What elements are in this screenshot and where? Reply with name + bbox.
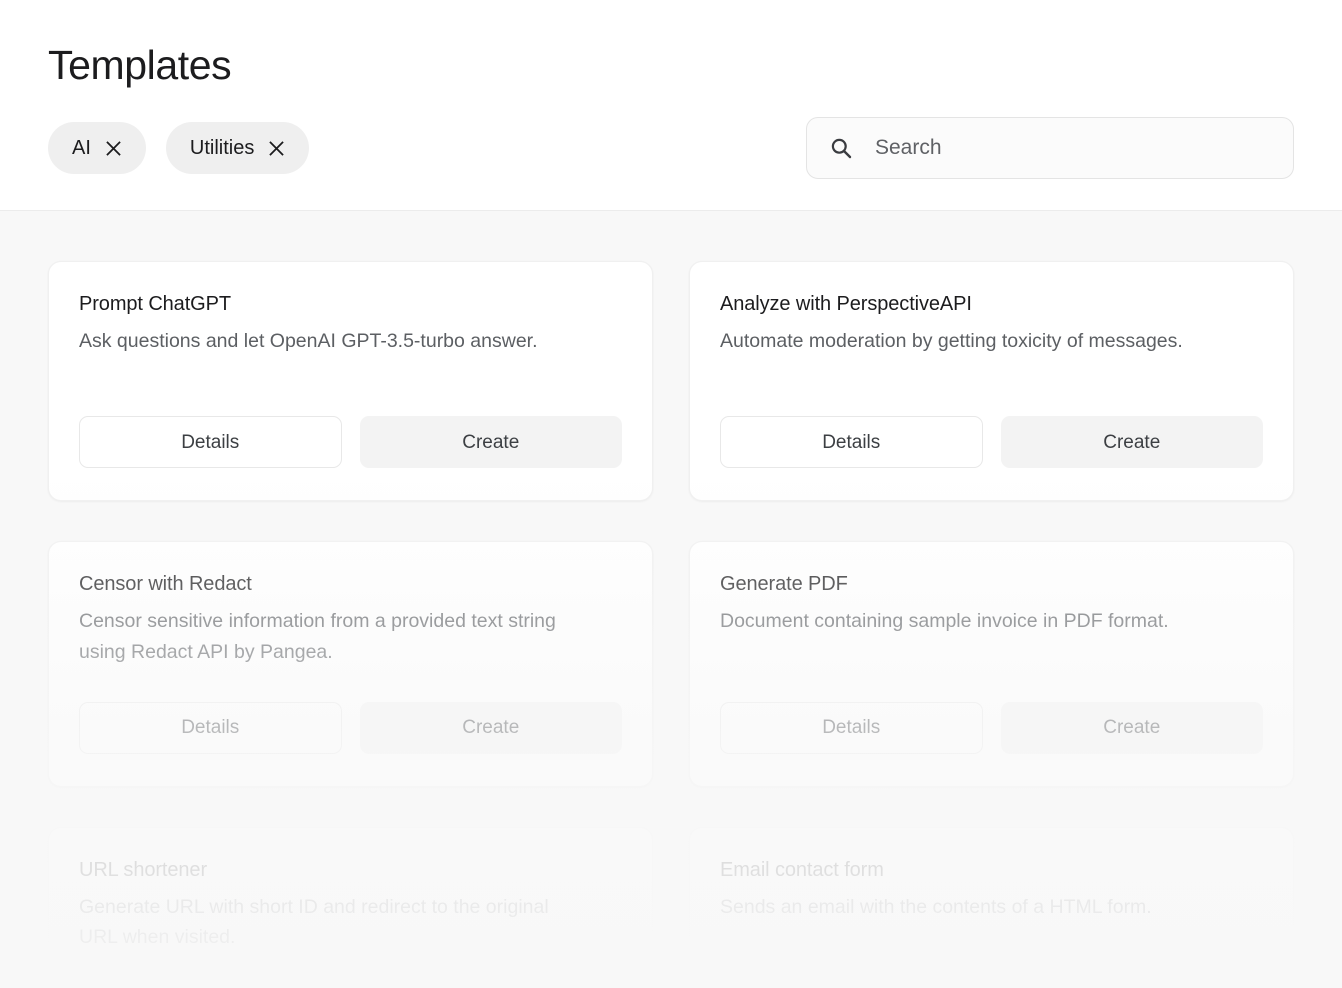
details-button[interactable]: Details xyxy=(720,701,983,754)
template-description: Ask questions and let OpenAI GPT-3.5-tur… xyxy=(79,330,538,352)
template-title: Email contact form xyxy=(720,858,884,881)
template-title: Prompt ChatGPT xyxy=(79,293,231,315)
create-button[interactable]: Create xyxy=(1000,416,1263,468)
close-icon[interactable] xyxy=(105,140,122,157)
filter-chip-list: AI Utilities xyxy=(48,122,310,175)
details-button[interactable]: Details xyxy=(79,416,342,468)
template-title: Analyze with PerspectiveAPI xyxy=(720,293,972,315)
template-description: Censor sensitive information from a prov… xyxy=(79,610,556,663)
create-button[interactable]: Create xyxy=(359,416,622,468)
template-card[interactable]: Generate PDF Document containing sample … xyxy=(689,541,1294,787)
template-card-actions: Details Create xyxy=(79,382,622,468)
template-card[interactable]: Prompt ChatGPT Ask questions and let Ope… xyxy=(48,261,653,501)
template-title: URL shortener xyxy=(79,858,208,881)
filter-chip-label: AI xyxy=(72,137,91,160)
template-title: Censor with Redact xyxy=(79,573,252,595)
details-button[interactable]: Details xyxy=(720,416,983,468)
templates-scroll-area[interactable]: Prompt ChatGPT Ask questions and let Ope… xyxy=(0,211,1342,988)
templates-grid: Prompt ChatGPT Ask questions and let Ope… xyxy=(0,211,1342,988)
templates-page: Templates AI Utilities Search Prompt Cha… xyxy=(0,0,1342,988)
template-card-actions: Details Create xyxy=(720,953,1263,988)
template-card[interactable]: Email contact form Sends an email with t… xyxy=(689,826,1294,988)
search-icon xyxy=(829,136,853,160)
template-title: Generate PDF xyxy=(720,573,848,595)
template-card-actions: Details Create xyxy=(720,668,1263,754)
page-header: Templates AI Utilities xyxy=(0,0,1342,211)
create-button[interactable]: Create xyxy=(1000,701,1263,754)
template-card-actions: Details Create xyxy=(79,953,622,988)
search-input[interactable] xyxy=(875,136,1271,161)
template-card-actions: Details Create xyxy=(79,668,622,754)
filter-chip-ai[interactable]: AI xyxy=(48,122,146,175)
template-card[interactable]: URL shortener Generate URL with short ID… xyxy=(48,826,653,988)
page-title: Templates xyxy=(48,42,232,88)
create-button[interactable]: Create xyxy=(359,701,622,754)
close-icon[interactable] xyxy=(268,140,285,157)
filters-and-search-row: AI Utilities xyxy=(48,117,1294,180)
template-card[interactable]: Analyze with PerspectiveAPI Automate mod… xyxy=(689,261,1294,501)
template-description: Sends an email with the contents of a HT… xyxy=(720,895,1152,918)
template-description: Document containing sample invoice in PD… xyxy=(720,610,1169,632)
template-card-actions: Details Create xyxy=(720,382,1263,468)
filter-chip-utilities[interactable]: Utilities xyxy=(165,122,310,175)
template-description: Automate moderation by getting toxicity … xyxy=(720,330,1183,352)
search-box[interactable] xyxy=(806,117,1294,180)
template-description: Generate URL with short ID and redirect … xyxy=(79,895,549,949)
template-card[interactable]: Censor with Redact Censor sensitive info… xyxy=(48,541,653,787)
filter-chip-label: Utilities xyxy=(189,137,255,160)
details-button[interactable]: Details xyxy=(79,701,342,754)
